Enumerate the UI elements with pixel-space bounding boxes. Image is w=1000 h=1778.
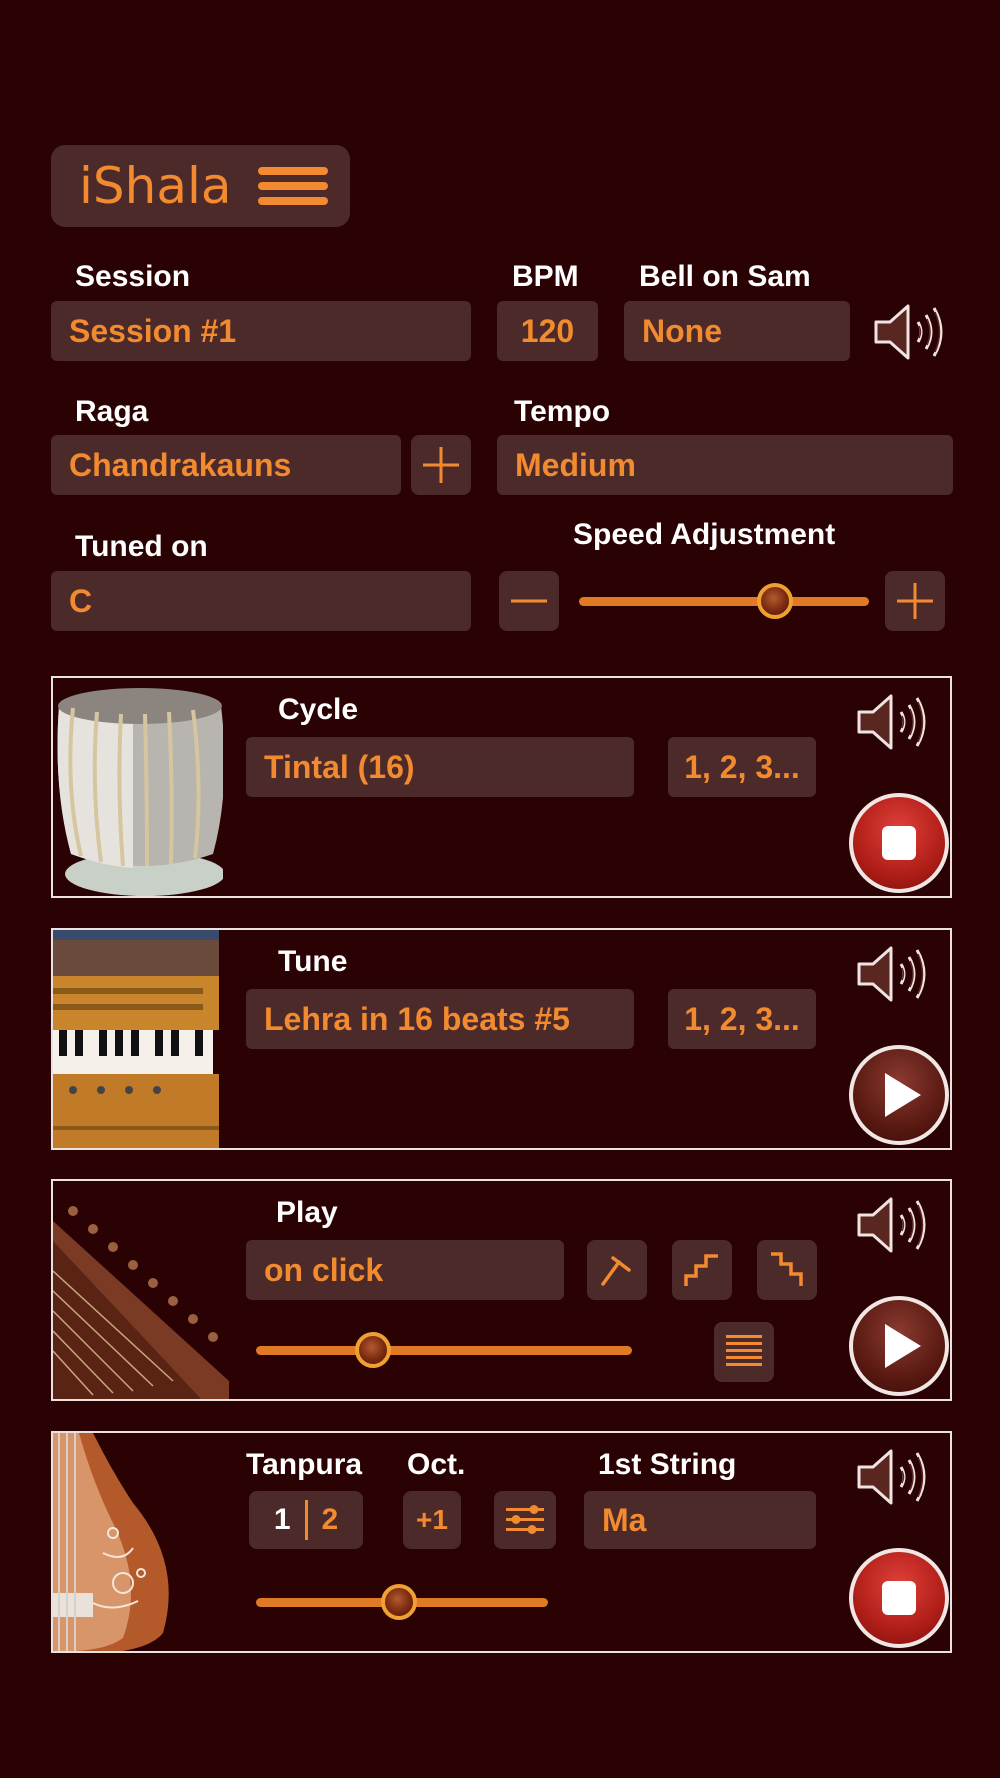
mixer-button[interactable] [494, 1491, 556, 1549]
tanpura-slider[interactable] [256, 1584, 548, 1620]
stairs-up-icon [684, 1254, 718, 1286]
speaker-icon[interactable] [853, 692, 937, 752]
tempo-field[interactable]: Medium [497, 435, 953, 495]
tanpura-2-option[interactable]: 2 [322, 1503, 339, 1537]
tuned-label: Tuned on [75, 530, 208, 563]
stop-icon [882, 1581, 916, 1615]
cycle-label: Cycle [278, 693, 359, 726]
add-raga-button[interactable] [411, 435, 471, 495]
tempo-label: Tempo [514, 395, 611, 428]
menu-icon[interactable] [257, 167, 328, 205]
cycle-field[interactable]: Tintal (16) [246, 737, 634, 797]
bpm-field[interactable]: 120 [497, 301, 598, 361]
tune-label: Tune [278, 945, 348, 978]
play-slider[interactable] [256, 1332, 632, 1368]
speaker-icon[interactable] [853, 1195, 937, 1255]
tanpura-label: Tanpura [246, 1448, 363, 1481]
tabla-image [53, 678, 223, 896]
first-string-label: 1st String [598, 1448, 737, 1481]
stop-icon [882, 826, 916, 860]
mixer-icon [506, 1505, 544, 1534]
tanpura-selector[interactable]: 1 2 [249, 1491, 363, 1549]
first-string-field[interactable]: Ma [584, 1491, 816, 1549]
tune-panel: Tune Lehra in 16 beats #5 1, 2, 3... [51, 928, 952, 1150]
cycle-stop-button[interactable] [849, 793, 949, 893]
list-button[interactable] [714, 1322, 774, 1382]
bpm-label: BPM [512, 260, 579, 293]
speaker-icon[interactable] [853, 1447, 937, 1507]
plus-icon [897, 583, 933, 619]
tune-play-button[interactable] [849, 1045, 949, 1145]
cycle-panel: Cycle Tintal (16) 1, 2, 3... [51, 676, 952, 898]
strike-button[interactable] [587, 1240, 647, 1300]
app-header[interactable]: iShala [51, 145, 350, 227]
session-field[interactable]: Session #1 [51, 301, 471, 361]
bell-field[interactable]: None [624, 301, 850, 361]
stairs-down-icon [771, 1252, 803, 1286]
slider-knob[interactable] [355, 1332, 391, 1368]
tuned-field[interactable]: C [51, 571, 471, 631]
play-icon [885, 1324, 921, 1368]
slider-knob[interactable] [757, 583, 793, 619]
cycle-counter-button[interactable]: 1, 2, 3... [668, 737, 816, 797]
speed-increase-button[interactable] [885, 571, 945, 631]
slider-knob[interactable] [381, 1584, 417, 1620]
octave-label: Oct. [407, 1448, 466, 1481]
play-play-button[interactable] [849, 1296, 949, 1396]
minus-icon [511, 599, 547, 603]
plus-icon [423, 447, 459, 483]
tanpura-image [53, 1433, 183, 1651]
speaker-icon[interactable] [870, 302, 954, 362]
play-icon [885, 1073, 921, 1117]
descending-button[interactable] [757, 1240, 817, 1300]
speaker-icon[interactable] [853, 944, 937, 1004]
tanpura-1-option[interactable]: 1 [274, 1503, 291, 1537]
speed-slider[interactable] [579, 583, 869, 619]
bell-label: Bell on Sam [639, 260, 811, 293]
raga-field[interactable]: Chandrakauns [51, 435, 401, 495]
play-panel: Play on click [51, 1179, 952, 1401]
speed-label: Speed Adjustment [573, 518, 836, 551]
tune-field[interactable]: Lehra in 16 beats #5 [246, 989, 634, 1049]
tune-counter-button[interactable]: 1, 2, 3... [668, 989, 816, 1049]
santoor-image [53, 1181, 229, 1399]
list-icon [726, 1335, 762, 1366]
octave-button[interactable]: +1 [403, 1491, 461, 1549]
tanpura-stop-button[interactable] [849, 1548, 949, 1648]
tanpura-panel: Tanpura Oct. 1st String 1 2 +1 Ma [51, 1431, 952, 1653]
strike-icon [601, 1256, 631, 1286]
speed-decrease-button[interactable] [499, 571, 559, 631]
selector-divider [304, 1500, 308, 1540]
session-label: Session [75, 260, 191, 293]
play-label: Play [276, 1196, 338, 1229]
app-title: iShala [79, 157, 232, 215]
ascending-button[interactable] [672, 1240, 732, 1300]
play-mode-field[interactable]: on click [246, 1240, 564, 1300]
harmonium-image [53, 930, 219, 1148]
raga-label: Raga [75, 395, 149, 428]
